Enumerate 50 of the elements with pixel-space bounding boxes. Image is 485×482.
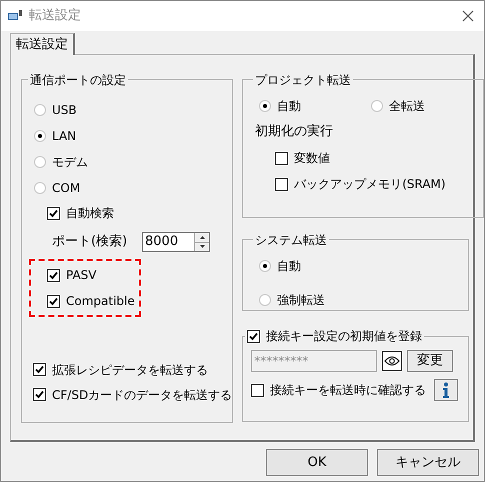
checkbox-label: PASV <box>66 267 97 284</box>
checkbox[interactable] <box>275 178 288 190</box>
checkbox[interactable] <box>47 206 60 220</box>
computer-icon <box>7 9 23 23</box>
radio-label: USB <box>52 102 77 119</box>
spin-up-icon[interactable] <box>195 233 209 242</box>
group-title: 通信ポートの設定 <box>30 73 126 87</box>
radio-button[interactable] <box>34 130 46 142</box>
radio-button[interactable] <box>34 104 46 116</box>
checkbox-label: 拡張レシピデータを転送する <box>52 362 208 378</box>
dialog-button[interactable]: OK <box>266 449 368 476</box>
checkbox[interactable] <box>33 388 46 401</box>
radio-label: 全転送 <box>389 98 426 115</box>
init-label: 初期化の実行 <box>255 123 334 141</box>
radio-label: 強制転送 <box>277 292 326 309</box>
checkbox-label: 自動検索 <box>66 205 114 222</box>
port-spinbox[interactable]: 8000 <box>142 232 210 252</box>
checkbox-label: CF/SDカードのデータを転送する <box>52 386 232 404</box>
radio-button[interactable] <box>371 100 384 112</box>
window-title: 転送設定 <box>29 7 82 26</box>
port-value: 8000 <box>144 233 180 251</box>
dialog-button[interactable]: キャンセル <box>377 449 479 476</box>
checkbox[interactable] <box>47 268 60 282</box>
checkbox-label: バックアップメモリ(SRAM) <box>294 176 446 193</box>
radio-label: COM <box>52 180 80 197</box>
tab[interactable]: 転送設定 <box>10 33 75 55</box>
eye-icon[interactable] <box>382 351 402 371</box>
checkbox[interactable] <box>275 152 288 164</box>
checkbox-label: 接続キー設定の初期値を登録 <box>266 328 422 345</box>
change-button[interactable]: 変更 <box>407 350 454 372</box>
checkbox[interactable] <box>33 363 46 376</box>
checkbox[interactable] <box>247 330 260 342</box>
radio-label: LAN <box>52 128 76 145</box>
checkbox[interactable] <box>47 294 60 308</box>
info-icon[interactable] <box>434 379 458 401</box>
checkbox-label: Compatible <box>66 293 135 310</box>
radio-label: モデム <box>52 154 88 171</box>
radio-button[interactable] <box>34 182 46 194</box>
radio-label: 自動 <box>277 258 302 275</box>
checkbox-label: 変数値 <box>294 150 330 167</box>
checkbox[interactable] <box>251 384 264 396</box>
checkbox-label: 接続キーを転送時に確認する <box>270 382 426 399</box>
radio-button[interactable] <box>259 260 272 272</box>
radio-button[interactable] <box>259 294 272 306</box>
radio-button[interactable] <box>259 100 272 112</box>
radio-button[interactable] <box>34 156 46 168</box>
group-title: システム転送 <box>255 233 328 247</box>
group-title: プロジェクト転送 <box>255 73 352 87</box>
radio-label: 自動 <box>277 98 302 115</box>
port-label: ポート(検索) <box>52 233 128 252</box>
